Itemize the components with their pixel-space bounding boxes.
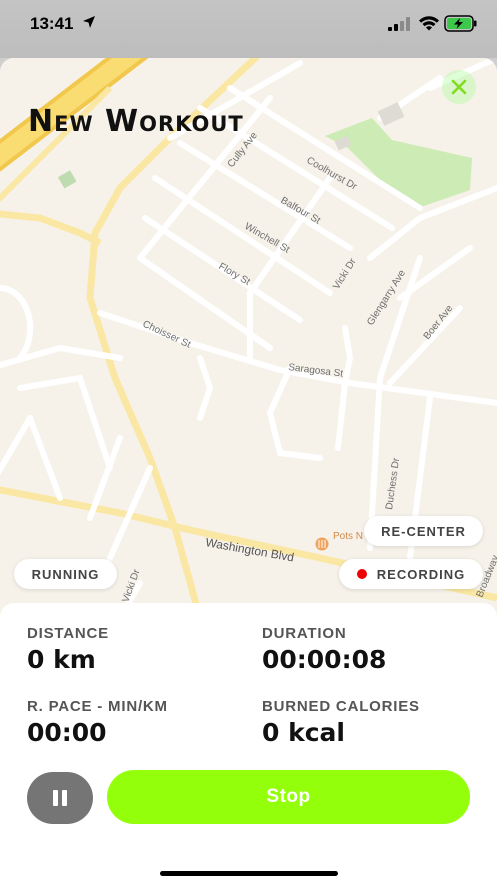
home-indicator xyxy=(160,871,338,876)
recording-label: RECORDING xyxy=(376,566,466,582)
distance-label: DISTANCE xyxy=(27,625,109,642)
stats-panel: DISTANCE 0 km DURATION 00:00:08 R. PACE … xyxy=(0,603,497,883)
stop-button[interactable]: Stop xyxy=(107,770,470,824)
calories-value: 0 kcal xyxy=(262,718,345,747)
pause-icon xyxy=(53,790,67,806)
activity-type-button[interactable]: RUNNING xyxy=(14,559,117,589)
recenter-button[interactable]: RE-CENTER xyxy=(364,516,483,546)
map-label-pots-n: Pots N xyxy=(333,531,363,542)
status-bar: 13:41 xyxy=(0,0,497,58)
recording-indicator: RECORDING xyxy=(339,559,483,589)
workout-sheet: Cully Ave Coolhurst Dr Balfour St Winche… xyxy=(0,58,497,883)
wifi-icon xyxy=(419,16,439,31)
location-arrow-icon xyxy=(83,16,95,28)
recenter-label: RE-CENTER xyxy=(381,523,466,539)
battery-charging-icon xyxy=(444,15,477,32)
pause-button[interactable] xyxy=(27,772,93,824)
pace-value: 00:00 xyxy=(27,718,107,747)
calories-label: BURNED CALORIES xyxy=(262,698,420,715)
cellular-signal-icon xyxy=(388,17,410,31)
duration-label: DURATION xyxy=(262,625,347,642)
activity-type-label: RUNNING xyxy=(31,566,100,582)
distance-value: 0 km xyxy=(27,645,96,674)
stop-label: Stop xyxy=(266,786,311,807)
page-title: New Workout xyxy=(28,104,244,139)
close-button[interactable] xyxy=(442,70,476,104)
recording-dot-icon xyxy=(356,569,367,579)
pace-label: R. PACE - MIN/KM xyxy=(27,698,168,715)
close-icon xyxy=(451,79,467,95)
duration-value: 00:00:08 xyxy=(262,645,387,674)
status-time: 13:41 xyxy=(30,14,74,33)
